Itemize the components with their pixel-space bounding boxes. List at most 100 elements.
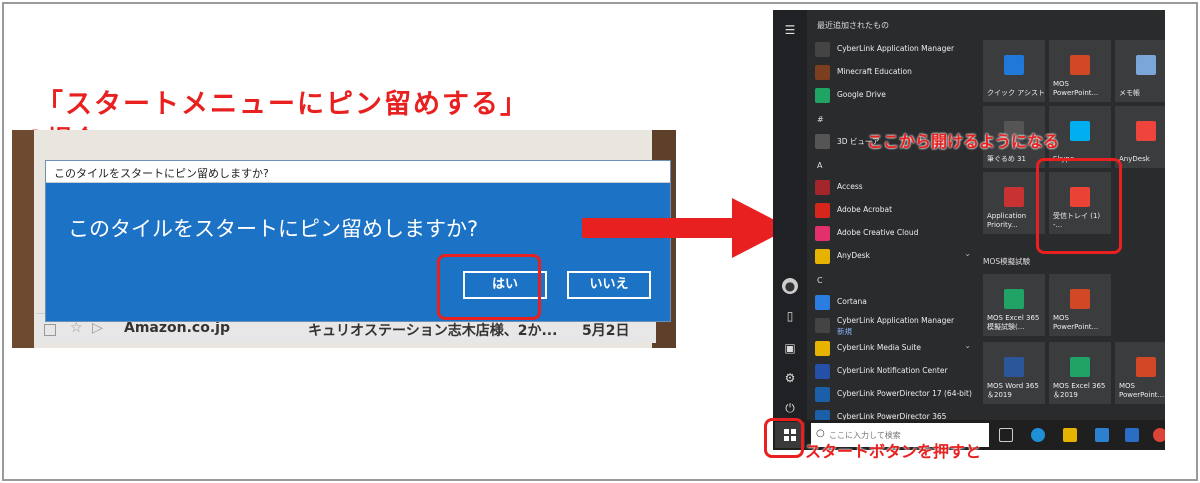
app-label: Adobe Acrobat bbox=[837, 205, 893, 214]
app-list-item[interactable]: CyberLink Application Manager bbox=[815, 40, 977, 60]
tile-icon bbox=[1004, 357, 1024, 377]
app-icon bbox=[815, 88, 830, 103]
start-tile[interactable]: クイック アシスト bbox=[983, 40, 1045, 102]
start-tile[interactable]: MOS PowerPoint... bbox=[1049, 40, 1111, 102]
gmail-tile-highlight bbox=[1036, 158, 1122, 254]
app-icon bbox=[815, 295, 830, 310]
app-icon bbox=[815, 226, 830, 241]
app-icon bbox=[815, 203, 830, 218]
app-icon bbox=[815, 249, 830, 264]
app-list-item[interactable]: CyberLink Notification Center bbox=[815, 362, 977, 382]
tile-label: MOS PowerPoint... bbox=[1053, 80, 1099, 97]
dialog-message: このタイルをスタートにピン留めしますか? bbox=[68, 217, 479, 241]
task-view-icon[interactable] bbox=[999, 428, 1013, 442]
tile-group-header: MOS模擬試験 bbox=[983, 257, 1031, 266]
tile-label: クイック アシスト bbox=[987, 89, 1045, 97]
tile-icon bbox=[1136, 357, 1156, 377]
app-label: CyberLink Notification Center bbox=[837, 366, 948, 375]
app-list-item[interactable]: Minecraft Education bbox=[815, 63, 977, 83]
tile-label: MOS Word 365 ＆2019 bbox=[987, 382, 1039, 399]
section-letter: C bbox=[817, 276, 823, 285]
caption-open-from-here: ここから開けるようになる bbox=[867, 132, 1060, 151]
tile-label: MOS Excel 365 模擬試験(... bbox=[987, 314, 1040, 331]
explorer-icon[interactable] bbox=[1063, 428, 1077, 442]
power-icon[interactable]: ⏻ bbox=[782, 400, 798, 416]
app-label: CyberLink Media Suite bbox=[837, 343, 921, 352]
chrome-icon[interactable] bbox=[1153, 428, 1165, 442]
mos-tile[interactable]: MOS PowerPoint... bbox=[1049, 274, 1111, 336]
edge-icon[interactable] bbox=[1031, 428, 1045, 442]
app-label: AnyDesk bbox=[837, 251, 870, 260]
account-icon[interactable]: ● bbox=[782, 278, 798, 294]
mos-tile[interactable]: MOS Excel 365 ＆2019 bbox=[1049, 342, 1111, 404]
app-label: CyberLink Application Manager bbox=[837, 316, 955, 325]
app-icon bbox=[815, 42, 830, 57]
tile-icon bbox=[1136, 121, 1156, 141]
app-label: Access bbox=[837, 182, 863, 191]
store-icon[interactable] bbox=[1095, 428, 1109, 442]
chevron-down-icon: ⌄ bbox=[964, 249, 971, 258]
settings-icon[interactable]: ⚙ bbox=[782, 370, 798, 386]
mail-subject: キュリオステーション志木店様、2か... bbox=[308, 323, 558, 339]
app-list-item[interactable]: Access bbox=[815, 178, 977, 198]
app-label: Cortana bbox=[837, 297, 867, 306]
tile-label: MOS PowerPoint... bbox=[1053, 314, 1099, 331]
chevron-down-icon: ⌄ bbox=[964, 341, 971, 350]
app-icon bbox=[815, 341, 830, 356]
tile-label: MOS Excel 365 ＆2019 bbox=[1053, 382, 1106, 399]
start-tile[interactable]: メモ帳 bbox=[1115, 40, 1165, 102]
app-list-item[interactable]: CyberLink Application Manager 新規 bbox=[815, 316, 977, 336]
mos-tile[interactable]: MOS PowerPoint... bbox=[1115, 342, 1165, 404]
app-icon bbox=[815, 134, 830, 149]
pictures-icon[interactable]: ▣ bbox=[782, 340, 798, 356]
app-icon bbox=[815, 364, 830, 379]
app-list-item[interactable]: AnyDesk ⌄ bbox=[815, 247, 977, 267]
yes-button-highlight bbox=[437, 254, 541, 320]
app-list-item[interactable]: Google Drive bbox=[815, 86, 977, 106]
mail-icon[interactable] bbox=[1125, 428, 1139, 442]
mail-sender: Amazon.co.jp bbox=[124, 320, 230, 336]
start-tile[interactable]: AnyDesk bbox=[1115, 106, 1165, 168]
app-label: Minecraft Education bbox=[837, 67, 912, 76]
tile-icon bbox=[1070, 289, 1090, 309]
mos-tile[interactable]: MOS Excel 365 模擬試験(... bbox=[983, 274, 1045, 336]
app-label: Google Drive bbox=[837, 90, 886, 99]
tile-label: AnyDesk bbox=[1119, 155, 1150, 163]
document-icon[interactable]: ▯ bbox=[782, 308, 798, 324]
no-button[interactable]: いいえ bbox=[567, 271, 651, 299]
tile-icon bbox=[1136, 55, 1156, 75]
app-icon bbox=[815, 180, 830, 195]
app-label: CyberLink PowerDirector 17 (64-bit) bbox=[837, 389, 972, 398]
app-list-item[interactable]: CyberLink Media Suite ⌄ bbox=[815, 339, 977, 359]
pin-confirm-dialog: このタイルをスタートにピン留めしますか? このタイルをスタートにピン留めしますか… bbox=[45, 160, 671, 322]
star-icon: ☆ bbox=[70, 320, 83, 336]
pin-dialog-screenshot: ☆ ▷ Amazon.co.jp キュリオステーション志木店様、2か... 5月… bbox=[12, 130, 676, 348]
tile-icon bbox=[1070, 121, 1090, 141]
app-list-item[interactable]: Cortana bbox=[815, 293, 977, 313]
app-list: 最近追加されたもの CyberLink Application Manager M… bbox=[807, 10, 977, 425]
section-letter: A bbox=[817, 161, 823, 170]
mail-date: 5月2日 bbox=[582, 323, 630, 339]
checkbox-icon bbox=[44, 324, 56, 336]
app-list-item[interactable]: CyberLink PowerDirector 17 (64-bit) bbox=[815, 385, 977, 405]
caption-press-start: スタートボタンを押すと bbox=[805, 442, 982, 461]
heading-line1: 「スタートメニューにピン留めする」 bbox=[36, 89, 529, 120]
app-icon bbox=[815, 65, 830, 80]
tile-label: メモ帳 bbox=[1119, 89, 1140, 97]
app-new-badge: 新規 bbox=[837, 327, 852, 336]
tile-label: MOS PowerPoint... bbox=[1119, 382, 1165, 399]
tile-icon bbox=[1004, 289, 1024, 309]
app-icon bbox=[815, 387, 830, 402]
tile-icon bbox=[1004, 55, 1024, 75]
tile-icon bbox=[1070, 357, 1090, 377]
hamburger-icon[interactable]: ☰ bbox=[782, 22, 798, 38]
important-icon: ▷ bbox=[92, 320, 103, 336]
app-label: Adobe Creative Cloud bbox=[837, 228, 919, 237]
mos-tile[interactable]: MOS Word 365 ＆2019 bbox=[983, 342, 1045, 404]
app-list-item[interactable]: Adobe Acrobat bbox=[815, 201, 977, 221]
start-rail: ☰ ● ▯ ▣ ⚙ ⏻ bbox=[773, 10, 807, 420]
tile-icon bbox=[1070, 55, 1090, 75]
app-list-item[interactable]: Adobe Creative Cloud bbox=[815, 224, 977, 244]
app-label: CyberLink Application Manager bbox=[837, 44, 955, 53]
dialog-titlebar: このタイルをスタートにピン留めしますか? bbox=[46, 161, 670, 183]
